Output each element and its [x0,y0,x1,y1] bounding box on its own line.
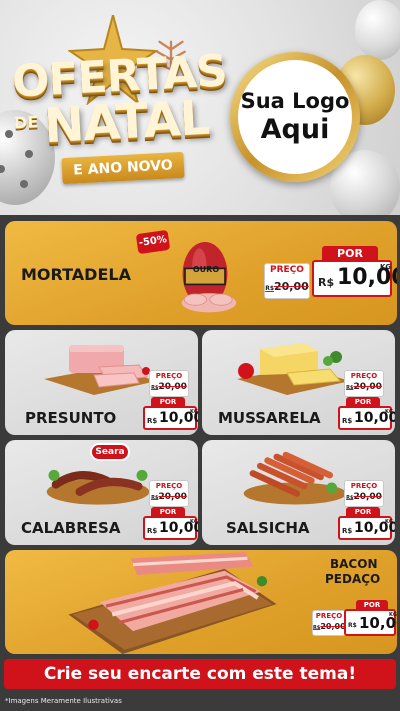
header-banner: OFERTAS DE NATAL E ANO NOVO Sua Logo Aqu… [0,0,400,215]
title-natal: NATAL [42,89,211,155]
product-card-mortadela[interactable]: MORTADELA OURO PREÇO R$20,00 POR R$ 10,0… [5,221,397,325]
price-block: PREÇO R$20,00 POR R$ 10,00 KG [141,370,198,432]
seara-logo: Seara [90,443,130,461]
product-name: SALSICHA [226,519,310,537]
price-block: PREÇO R$20,00 POR R$ 10,00 KG [141,480,198,542]
product-name-line2: PEDAÇO [325,572,381,586]
product-name: PRESUNTO [25,409,117,427]
product-card-salsicha[interactable]: SALSICHA PREÇO R$20,00 POR R$ 10,00 KG [202,440,395,545]
mortadela-image [181,242,237,313]
product-name: MUSSARELA [218,409,321,427]
product-card-bacon[interactable]: BACON PEDAÇO PREÇO R$20,00 POR R$ 10,00 … [5,550,397,654]
old-price-box: PREÇO R$20,00 [264,263,310,299]
product-card-mussarela[interactable]: MUSSARELA PREÇO R$20,00 POR R$ 10,00 KG [202,330,395,435]
disclaimer-text: *Imagens Meramente Ilustrativas [5,697,122,705]
product-card-calabresa[interactable]: Seara CALABRESA PREÇO R$20,00 POR R$ 10,… [5,440,198,545]
mussarela-image [237,343,350,395]
old-price: R$20,00 [265,280,309,293]
price-block: PREÇO R$20,00 POR R$ 10,00 KG [264,246,397,308]
salsicha-image [243,451,347,505]
unit: KG [380,263,392,271]
old-price-box: PREÇO R$20,00 [149,370,189,397]
logo-placeholder[interactable]: Sua Logo Aqui [230,52,360,182]
preco-label: PREÇO [270,265,304,275]
product-name: MORTADELA [21,265,131,284]
currency: R$ [318,276,335,289]
logo-text-line1: Sua Logo [240,89,350,113]
new-price-box: R$ 10,00 KG [312,260,397,297]
cta-banner[interactable]: Crie seu encarte com este tema! [4,659,396,689]
brand-label: OURO [192,265,220,274]
bacon-image [68,552,277,654]
new-price-box: R$ 10,00 KG [143,406,198,430]
price-block: PREÇO R$20,00 POR R$ 10,00 KG [336,480,395,542]
title-de: DE [13,112,39,133]
logo-text-line2: Aqui [260,114,330,145]
price-block: PREÇO R$20,00 POR R$ 10,00 KG [336,370,395,432]
price-block: PREÇO R$20,00 POR R$ 10,00 KG [312,598,397,650]
por-label: POR [322,246,378,261]
product-name-line1: BACON [330,557,378,571]
silver-balloon-icon [355,0,400,60]
product-card-presunto[interactable]: PRESUNTO PREÇO R$20,00 POR R$ 10,00 KG [5,330,198,435]
subtitle-ano-novo: E ANO NOVO [61,151,185,185]
product-name: CALABRESA [21,519,121,537]
